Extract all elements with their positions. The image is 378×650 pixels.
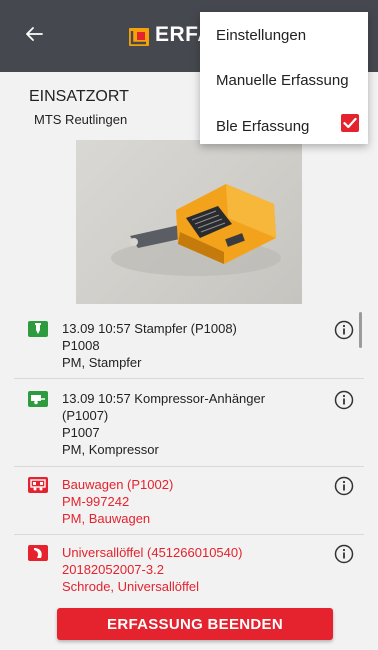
- list-item[interactable]: Bauwagen (P1002) PM-997242 PM, Bauwagen: [0, 474, 364, 532]
- item-title: Universallöffel (451266010540): [62, 545, 243, 560]
- item-detail: Schrode, Universallöffel: [62, 579, 200, 594]
- info-icon[interactable]: [334, 320, 354, 340]
- item-title: 13.09 10:57 Kompressor-Anhänger (P1007): [62, 391, 266, 423]
- construction-trailer-icon: [28, 477, 48, 493]
- end-capture-button[interactable]: ERFASSUNG BEENDEN: [57, 608, 333, 640]
- divider: [14, 378, 364, 379]
- menu-item-manuelle-erfassung[interactable]: Manuelle Erfassung: [216, 72, 349, 89]
- excavator-bucket-icon: [28, 545, 48, 561]
- item-code: PM-997242: [62, 494, 130, 509]
- location-label: MTS Reutlingen: [34, 112, 128, 127]
- divider: [14, 466, 364, 467]
- info-icon[interactable]: [334, 476, 354, 496]
- info-icon[interactable]: [334, 390, 354, 410]
- app-logo-icon: [128, 27, 150, 47]
- ble-erfassung-checkbox[interactable]: [341, 114, 359, 132]
- menu-item-ble-erfassung[interactable]: Ble Erfassung: [216, 118, 309, 135]
- item-detail: PM, Bauwagen: [62, 511, 151, 526]
- list-item[interactable]: 13.09 10:57 Stampfer (P1008) P1008 PM, S…: [0, 318, 364, 378]
- info-icon[interactable]: [334, 544, 354, 564]
- item-code: 20182052007-3.2: [62, 562, 164, 577]
- menu-item-einstellungen[interactable]: Einstellungen: [216, 27, 306, 44]
- list-item[interactable]: Universallöffel (451266010540) 201820520…: [0, 542, 364, 600]
- item-detail: PM, Stampfer: [62, 355, 142, 370]
- device-photo: [76, 140, 302, 304]
- scrollbar[interactable]: [359, 312, 362, 348]
- item-detail: PM, Kompressor: [62, 442, 159, 457]
- item-code: P1007: [62, 425, 100, 440]
- overflow-menu: Einstellungen Manuelle Erfassung Ble Erf…: [200, 12, 368, 144]
- item-code: P1008: [62, 338, 100, 353]
- section-title: EINSATZORT: [29, 88, 129, 105]
- tamper-machine-icon: [28, 321, 48, 337]
- item-title: 13.09 10:57 Stampfer (P1008): [62, 321, 237, 336]
- arrow-left-icon[interactable]: [22, 22, 46, 46]
- item-title: Bauwagen (P1002): [62, 477, 174, 492]
- divider: [14, 534, 364, 535]
- compressor-trailer-icon: [28, 391, 48, 407]
- list-item[interactable]: 13.09 10:57 Kompressor-Anhänger (P1007) …: [0, 388, 364, 466]
